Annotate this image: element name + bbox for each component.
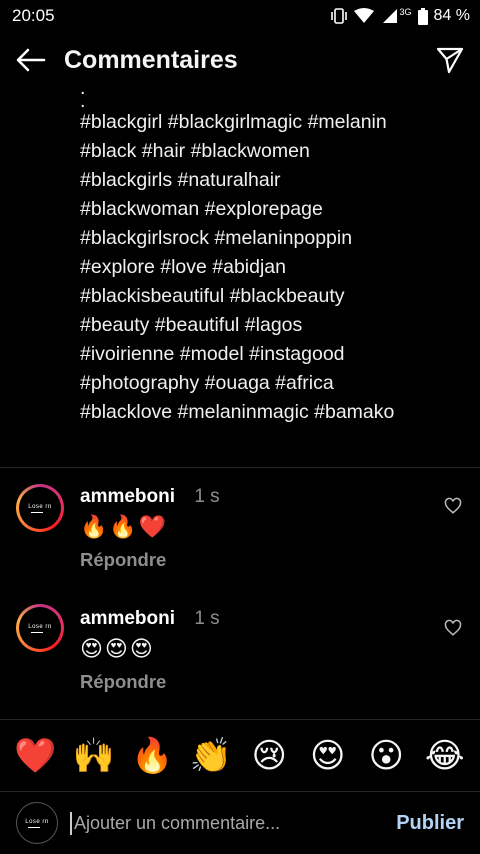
- avatar-logo-bar: [28, 826, 40, 828]
- caption-divider: [0, 467, 480, 468]
- like-heart-icon[interactable]: [444, 497, 462, 515]
- emoji-heart[interactable]: ❤️: [9, 736, 61, 776]
- reply-button[interactable]: Répondre: [80, 549, 166, 571]
- caption-hashtags-line[interactable]: #blackgirlsrock #melaninpoppin: [80, 224, 460, 253]
- comment-item: Lose rn ammeboni 1 s 😍😍😍 Répondre: [0, 602, 480, 712]
- caption-hashtags-line[interactable]: #explore #love #abidjan: [80, 253, 460, 282]
- battery-level: 84 %: [433, 7, 470, 24]
- emoji-crying-face[interactable]: 😢: [243, 736, 295, 776]
- emoji-fire[interactable]: 🔥: [126, 736, 178, 776]
- page-title: Commentaires: [64, 45, 238, 74]
- signal-icon: [382, 9, 397, 23]
- avatar: Lose rn: [16, 802, 58, 844]
- caption-hashtags-line[interactable]: #ivoirienne #model #instagood: [80, 340, 460, 369]
- caption-dot: .: [80, 90, 86, 112]
- avatar-logo-text: Lose rn: [28, 503, 52, 510]
- avatar-logo-bar: [31, 511, 43, 513]
- comment-item: Lose rn ammeboni 1 s 🔥🔥❤️ Répondre: [0, 480, 480, 590]
- avatar-logo-bar: [31, 631, 43, 633]
- caption-hashtags-line[interactable]: #blackwoman #explorepage: [80, 195, 460, 224]
- emoji-heart-eyes[interactable]: 😍: [302, 736, 354, 776]
- status-time: 20:05: [12, 6, 55, 25]
- caption-hashtags-line[interactable]: #blackgirl #blackgirlmagic #melanin: [80, 108, 460, 137]
- emoji-clapping-hands[interactable]: 👏: [185, 736, 237, 776]
- comment-input[interactable]: [70, 811, 387, 835]
- caption-hashtags-line[interactable]: #blacklove #melaninmagic #bamako: [80, 398, 460, 427]
- avatar-logo: Lose rn: [19, 607, 61, 649]
- caption-hashtags-line[interactable]: #blackgirls #naturalhair: [80, 166, 460, 195]
- caption-hashtags-line[interactable]: #black #hair #blackwomen: [80, 137, 460, 166]
- comment-time: 1 s: [194, 608, 220, 629]
- comment-username[interactable]: ammeboni: [80, 608, 175, 629]
- battery-icon: [417, 7, 428, 25]
- wifi-icon: [353, 8, 374, 23]
- vibrate-icon: [330, 8, 347, 24]
- comment-text: 😍😍😍: [80, 636, 155, 661]
- caption-hashtags-line[interactable]: #blackisbeautiful #blackbeauty: [80, 282, 460, 311]
- avatar-logo-text: Lose rn: [28, 623, 52, 630]
- app-bar: Commentaires: [0, 32, 480, 88]
- back-arrow-icon[interactable]: [16, 48, 46, 72]
- publish-button[interactable]: Publier: [396, 812, 464, 835]
- avatar-logo: Lose rn: [19, 487, 61, 529]
- post-caption: . . #blackgirl #blackgirlmagic #melanin …: [80, 78, 460, 427]
- comment-username[interactable]: ammeboni: [80, 486, 175, 507]
- avatar[interactable]: Lose rn: [16, 604, 64, 652]
- comment-composer: Lose rn Publier: [0, 791, 480, 854]
- avatar[interactable]: Lose rn: [16, 484, 64, 532]
- status-icons: 3G 84 %: [330, 7, 470, 25]
- comment-header: ammeboni 1 s: [80, 608, 220, 630]
- comment-time: 1 s: [194, 486, 220, 507]
- status-bar: 20:05 3G 84 %: [0, 0, 480, 32]
- emoji-quick-bar: ❤️ 🙌 🔥 👏 😢 😍 😮 😂: [0, 719, 480, 791]
- send-icon[interactable]: [436, 46, 464, 74]
- caption-hashtags-line[interactable]: #beauty #beautiful #lagos: [80, 311, 460, 340]
- emoji-laughing-tears[interactable]: 😂: [419, 736, 471, 776]
- emoji-raising-hands[interactable]: 🙌: [68, 736, 120, 776]
- like-heart-icon[interactable]: [444, 619, 462, 637]
- emoji-surprised-face[interactable]: 😮: [360, 736, 412, 776]
- network-type: 3G: [399, 7, 412, 17]
- comment-text: 🔥🔥❤️: [80, 514, 169, 539]
- caption-hashtags-line[interactable]: #photography #ouaga #africa: [80, 369, 460, 398]
- avatar-logo-text: Lose rn: [25, 818, 49, 825]
- comment-header: ammeboni 1 s: [80, 486, 220, 508]
- reply-button[interactable]: Répondre: [80, 671, 166, 693]
